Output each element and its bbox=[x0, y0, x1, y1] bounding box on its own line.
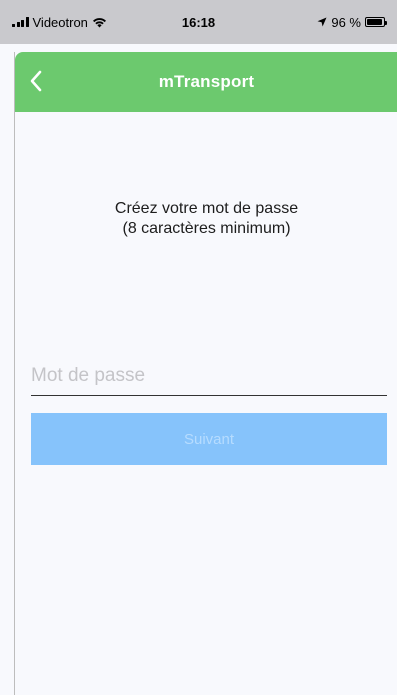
battery-fill bbox=[367, 19, 383, 25]
status-bar: Videotron 16:18 96 % bbox=[0, 0, 397, 44]
chevron-left-icon bbox=[30, 70, 42, 92]
page-title: mTransport bbox=[158, 72, 255, 91]
battery-icon bbox=[365, 17, 387, 27]
wifi-icon bbox=[92, 17, 106, 27]
modal-card: mTransport Créez votre mot de passe (8 c… bbox=[14, 52, 397, 695]
status-left: Videotron bbox=[12, 15, 162, 30]
battery-percent: 96 % bbox=[331, 14, 361, 30]
back-button[interactable] bbox=[21, 66, 51, 96]
password-input[interactable] bbox=[31, 356, 387, 396]
signal-icon bbox=[12, 17, 29, 27]
instructions-line-1: Créez votre mot de passe bbox=[114, 200, 299, 217]
status-right: 96 % bbox=[317, 14, 387, 30]
app-header: mTransport bbox=[15, 52, 397, 112]
instructions-line-2: (8 caractères minimum) bbox=[122, 220, 291, 237]
carrier-label: Videotron bbox=[32, 14, 88, 30]
location-arrow-icon bbox=[317, 17, 327, 27]
instructions: Créez votre mot de passe (8 caractères m… bbox=[15, 199, 397, 239]
next-button[interactable]: Suivant bbox=[31, 413, 387, 465]
